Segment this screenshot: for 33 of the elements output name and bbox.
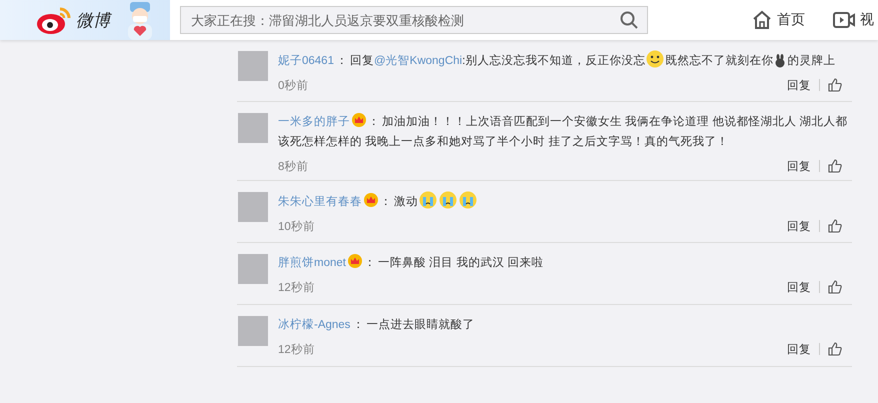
thumbs-up-icon[interactable] <box>828 342 842 356</box>
comment-text: 妮子06461 ： 回复@光智KwongChi:别人忘没忘我不知道，反正你没忘 既然忘不了就刻在你 的灵牌上 <box>278 50 852 71</box>
home-icon <box>752 10 772 30</box>
rabbit-icon <box>774 54 786 68</box>
reply-link[interactable]: 回复 <box>787 158 811 174</box>
thumbs-up-icon[interactable] <box>828 159 842 173</box>
comment-text: 朱朱心里有春春 ： 激动 <box>278 191 852 212</box>
eye-logo-icon <box>36 5 72 35</box>
comment-time: 8秒前 <box>278 160 308 174</box>
nav-link[interactable]: 首页 <box>752 10 805 30</box>
nav-link[interactable]: 视 <box>833 10 874 30</box>
thumbs-up-icon[interactable] <box>828 280 842 294</box>
thumbs-up-icon[interactable] <box>828 78 842 92</box>
video-icon <box>833 11 855 29</box>
crying-emoji-icon <box>459 191 477 209</box>
reply-link[interactable]: 回复 <box>787 342 811 356</box>
comment-time: 12秒前 <box>278 280 315 294</box>
comment-text: 一米多的胖子 ： 加油加油！！！上次语音匹配到一个安徽女生 我俩在争论道理 他说都怪湖北人 湖北人都该死怎样怎样的 我晚上一点多和她对骂了半个小时 挂了之后文字骂！真的气死我了！ <box>278 112 852 152</box>
reply-link[interactable]: 回复 <box>787 78 811 92</box>
reply-link[interactable]: 回复 <box>787 218 811 234</box>
comment-time: 12秒前 <box>278 342 315 356</box>
crying-emoji-icon <box>439 191 457 209</box>
logo-text[interactable]: 微博 <box>76 8 110 32</box>
reply-link[interactable]: 回复 <box>787 280 811 294</box>
comment-time: 0秒前 <box>278 78 308 92</box>
comment-text: 冰柠檬-Agnes ： 一点进去眼睛就酸了 <box>278 317 476 333</box>
search-icon[interactable] <box>620 11 638 29</box>
comment-text: 胖煎饼monet ： 一阵鼻酸 泪目 我的武汉 回来啦 <box>278 253 852 273</box>
thumbs-up-icon[interactable] <box>828 219 842 233</box>
smile-emoji-icon <box>646 50 664 68</box>
comment-time: 10秒前 <box>278 220 315 234</box>
search-field[interactable]: 大家正在搜：滞留湖北人员返京要双重核酸检测 <box>180 6 648 34</box>
crying-emoji-icon <box>419 191 437 209</box>
